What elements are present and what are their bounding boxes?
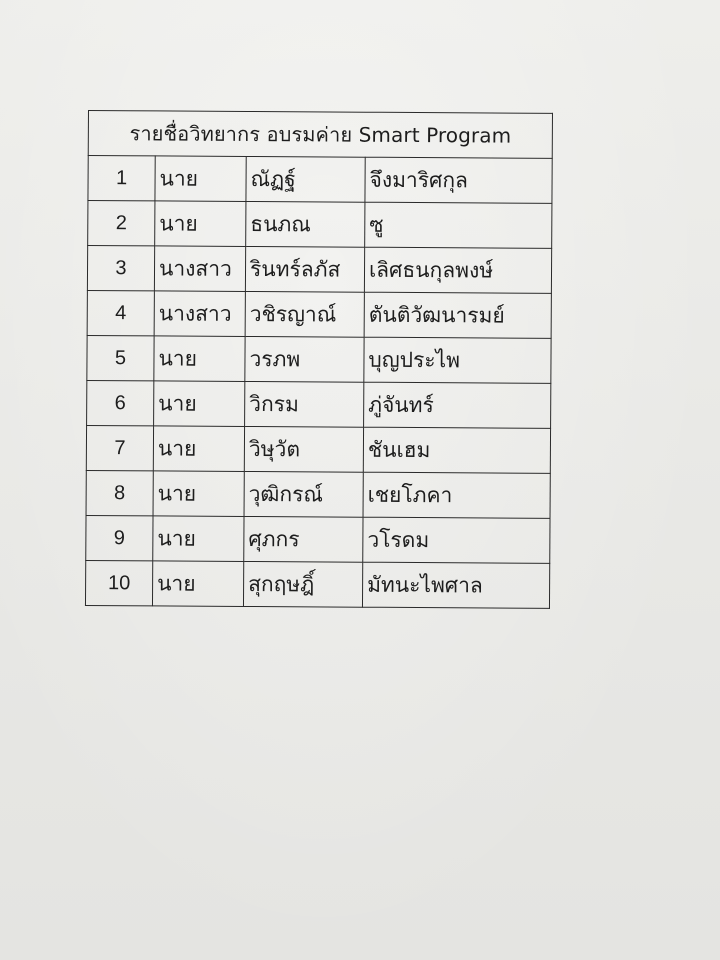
name-prefix: นาย [153,470,245,517]
first-name: วรภพ [244,336,365,383]
last-name: จึงมาริศกุล [364,157,553,204]
name-prefix: นาย [154,200,246,247]
table-row: 1 นาย ณัฏฐ์ จึงมาริศกุล [87,155,553,204]
name-prefix: นาย [153,425,245,472]
last-name: บุญประไพ [363,337,552,384]
row-number: 5 [86,335,155,381]
first-name: สุกฤษฎิ์ [243,561,363,608]
last-name: วโรดม [362,517,551,564]
name-prefix: นาย [153,335,246,382]
row-number: 8 [86,470,154,516]
speaker-list-table: รายชื่อวิทยากร อบรมค่าย Smart Program 1 … [85,110,553,609]
name-prefix: นาย [152,515,245,562]
name-prefix: นาย [153,380,245,427]
first-name: วิษุวัต [244,426,364,473]
table-row: 4 นางสาว วชิรญาณ์ ตันติวัฒนารมย์ [87,290,552,339]
first-name: ณัฏฐ์ [245,156,366,203]
row-number: 3 [87,245,155,291]
table-row: 10 นาย สุกฤษฎิ์ มัทนะไพศาล [85,560,550,609]
table-row: 5 นาย วรภพ บุญประไพ [86,335,552,384]
row-number: 9 [85,515,154,561]
first-name: วุฒิกรณ์ [244,471,364,518]
first-name: วิกรม [244,381,364,428]
table-row: 8 นาย วุฒิกรณ์ เชยโภคา [86,470,551,519]
row-number: 1 [87,155,156,201]
name-prefix: นางสาว [154,245,246,292]
first-name: ธนภณ [245,201,365,248]
table-row: 9 นาย ศุภกร วโรดม [85,515,551,564]
name-prefix: นาย [152,560,244,607]
table-title: รายชื่อวิทยากร อบรมค่าย Smart Program [88,110,553,159]
table-title-row: รายชื่อวิทยากร อบรมค่าย Smart Program [88,110,553,159]
first-name: ศุภกร [243,516,364,563]
first-name: รินทร์ลภัส [245,246,365,293]
row-number: 6 [86,380,154,426]
last-name: ซู [364,202,552,249]
last-name: มัทนะไพศาล [362,562,550,609]
row-number: 10 [85,560,153,606]
name-prefix: นาย [154,155,247,202]
last-name: ภู่จันทร์ [363,382,551,429]
table-row: 3 นางสาว รินทร์ลภัส เลิศธนกุลพงษ์ [87,245,552,294]
first-name: วชิรญาณ์ [245,291,365,338]
row-number: 7 [86,425,154,471]
row-number: 2 [87,200,155,246]
last-name: ชันเฮม [363,427,551,474]
table-row: 6 นาย วิกรม ภู่จันทร์ [86,380,551,429]
last-name: เลิศธนกุลพงษ์ [364,247,552,294]
row-number: 4 [87,290,155,336]
last-name: เชยโภคา [363,472,551,519]
table-row: 2 นาย ธนภณ ซู [87,200,552,249]
last-name: ตันติวัฒนารมย์ [364,292,552,339]
table-row: 7 นาย วิษุวัต ชันเฮม [86,425,551,474]
name-prefix: นางสาว [154,290,246,337]
